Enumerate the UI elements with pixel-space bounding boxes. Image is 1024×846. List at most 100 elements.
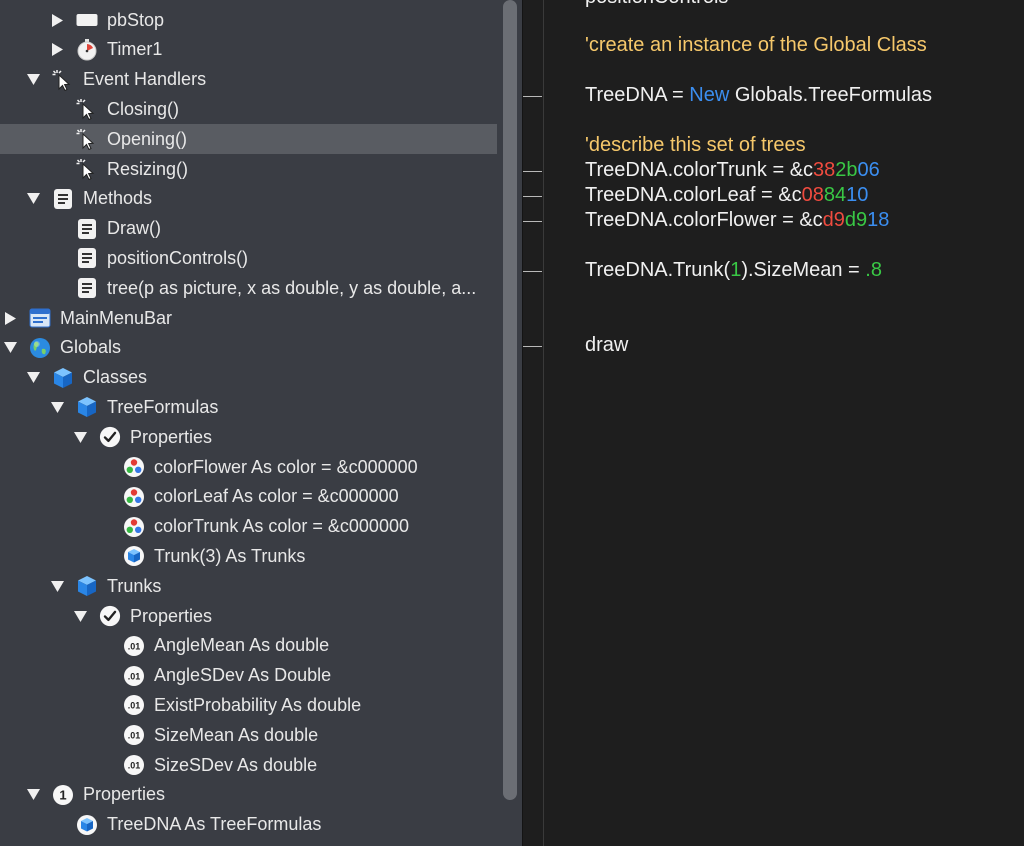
navigator-row[interactable]: .01 SizeMean As double xyxy=(0,720,500,750)
method-icon xyxy=(76,247,98,269)
navigator-row[interactable]: Properties xyxy=(0,422,500,452)
navigator-row[interactable]: .01 AngleSDev As Double xyxy=(0,661,500,691)
navigator-row[interactable]: TreeDNA As TreeFormulas xyxy=(0,810,500,840)
navigator-row[interactable]: .01 ExistProbability As double xyxy=(0,690,500,720)
navigator-row-label: Resizing() xyxy=(107,158,189,179)
gutter-line-marker xyxy=(523,221,542,222)
disclosure-triangle-down-icon[interactable] xyxy=(73,609,87,623)
navigator-row[interactable]: Properties xyxy=(0,601,500,631)
code-token: TreeDNA = xyxy=(585,84,690,106)
navigator-scrollbar-thumb[interactable] xyxy=(503,0,517,800)
code-line[interactable]: TreeDNA.colorFlower = &cd9d918 xyxy=(585,209,889,232)
event-cursor-icon xyxy=(52,69,74,91)
disclosure-triangle-down-icon[interactable] xyxy=(50,400,64,414)
navigator-row[interactable]: colorLeaf As color = &c000000 xyxy=(0,482,500,512)
navigator-row[interactable]: Event Handlers xyxy=(0,65,500,95)
code-token: New xyxy=(689,84,730,106)
menubar-icon xyxy=(29,307,51,329)
navigator-row-label: SizeSDev As double xyxy=(154,754,318,775)
disclosure-triangle-down-icon[interactable] xyxy=(50,579,64,593)
navigator-row-label: Opening() xyxy=(107,128,188,149)
code-line[interactable]: 'create an instance of the Global Class xyxy=(585,34,927,57)
project-navigator: pbStop Timer1 Event Handlers Closing() Openi… xyxy=(0,0,522,846)
navigator-row-label: pbStop xyxy=(107,9,165,30)
navigator-row[interactable]: 1 Properties xyxy=(0,780,500,810)
code-token: TreeDNA.colorLeaf = &c xyxy=(585,184,802,206)
code-line[interactable]: 'describe this set of trees xyxy=(585,134,806,157)
gutter-line-marker xyxy=(523,271,542,272)
navigator-row[interactable]: Globals xyxy=(0,333,500,363)
navigator-row[interactable]: colorFlower As color = &c000000 xyxy=(0,452,500,482)
disclosure-triangle-down-icon[interactable] xyxy=(26,371,40,385)
disclosure-triangle-right-icon[interactable] xyxy=(50,13,64,27)
navigator-row[interactable]: Timer1 xyxy=(0,35,500,65)
svg-text:.01: .01 xyxy=(128,641,141,651)
navigator-row[interactable]: Opening() xyxy=(0,124,497,155)
svg-text:.01: .01 xyxy=(128,761,141,771)
navigator-row[interactable]: .01 AngleMean As double xyxy=(0,631,500,661)
navigator-row[interactable]: positionControls() xyxy=(0,243,500,273)
code-token: 10 xyxy=(846,184,869,206)
method-icon xyxy=(76,277,98,299)
navigator-row-label: Trunk(3) As Trunks xyxy=(154,545,306,566)
disclosure-triangle-down-icon[interactable] xyxy=(26,73,40,87)
navigator-row-label: Globals xyxy=(60,337,122,358)
event-cursor-icon xyxy=(76,158,98,180)
code-editor[interactable]: positionControls 'create an instance of t… xyxy=(585,0,1024,846)
code-line[interactable]: TreeDNA = New Globals.TreeFormulas xyxy=(585,84,932,107)
svg-text:1: 1 xyxy=(59,787,66,802)
double-property-icon: .01 xyxy=(123,694,145,716)
navigator-row[interactable]: pbStop xyxy=(0,5,500,35)
navigator-row-label: Draw() xyxy=(107,218,161,239)
code-token: 18 xyxy=(867,209,890,231)
code-line[interactable]: TreeDNA.Trunk(1).SizeMean = .8 xyxy=(585,259,882,282)
navigator-row[interactable]: .01 SizeSDev As double xyxy=(0,750,500,780)
svg-text:.01: .01 xyxy=(128,731,141,741)
class-cube-icon xyxy=(76,575,98,597)
navigator-row[interactable]: Trunk(3) As Trunks xyxy=(0,541,500,571)
object-property-icon xyxy=(123,545,145,567)
checkmark-icon xyxy=(99,426,121,448)
checkmark-icon xyxy=(99,605,121,627)
navigator-row-label: AngleMean As double xyxy=(154,635,330,656)
disclosure-triangle-down-icon[interactable] xyxy=(73,430,87,444)
svg-text:.01: .01 xyxy=(128,701,141,711)
color-property-icon xyxy=(123,516,145,538)
code-line[interactable]: TreeDNA.colorLeaf = &c088410 xyxy=(585,184,868,207)
code-line[interactable]: positionControls xyxy=(585,0,728,9)
navigator-row[interactable]: MainMenuBar xyxy=(0,303,500,333)
navigator-row[interactable]: Methods xyxy=(0,184,500,214)
navigator-row-label: SizeMean As double xyxy=(154,724,319,745)
svg-text:.01: .01 xyxy=(128,671,141,681)
disclosure-triangle-down-icon[interactable] xyxy=(26,788,40,802)
disclosure-triangle-down-icon[interactable] xyxy=(26,192,40,206)
navigator-row-label: tree(p as picture, x as double, y as dou… xyxy=(107,277,477,298)
navigator-row[interactable]: Trunks xyxy=(0,571,500,601)
double-property-icon: .01 xyxy=(123,754,145,776)
disclosure-triangle-right-icon[interactable] xyxy=(50,43,64,57)
navigator-row[interactable]: Draw() xyxy=(0,214,500,244)
navigator-row[interactable]: Resizing() xyxy=(0,154,500,184)
code-editor-gutter xyxy=(523,0,544,846)
count-badge-icon: 1 xyxy=(52,784,74,806)
class-cube-icon xyxy=(52,367,74,389)
disclosure-triangle-down-icon[interactable] xyxy=(3,341,17,355)
code-line[interactable]: draw xyxy=(585,334,628,357)
navigator-row[interactable]: tree(p as picture, x as double, y as dou… xyxy=(0,273,500,303)
code-token: 'describe this set of trees xyxy=(585,134,806,156)
navigator-row-label: Methods xyxy=(83,188,153,209)
method-icon xyxy=(52,188,74,210)
navigator-row-label: Properties xyxy=(130,605,213,626)
navigator-row-label: TreeDNA As TreeFormulas xyxy=(107,814,322,835)
navigator-row[interactable]: Classes xyxy=(0,363,500,393)
navigator-row[interactable]: colorTrunk As color = &c000000 xyxy=(0,512,500,542)
navigator-row-label: colorTrunk As color = &c000000 xyxy=(154,516,409,537)
code-line[interactable]: TreeDNA.colorTrunk = &c382b06 xyxy=(585,159,880,182)
color-property-icon xyxy=(123,456,145,478)
code-token: ).SizeMean = xyxy=(741,259,866,281)
navigator-row[interactable]: Closing() xyxy=(0,94,500,124)
navigator-row-label: positionControls() xyxy=(107,247,249,268)
navigator-row[interactable]: TreeFormulas xyxy=(0,392,500,422)
disclosure-triangle-right-icon[interactable] xyxy=(3,311,17,325)
navigator-row-label: Timer1 xyxy=(107,39,163,60)
